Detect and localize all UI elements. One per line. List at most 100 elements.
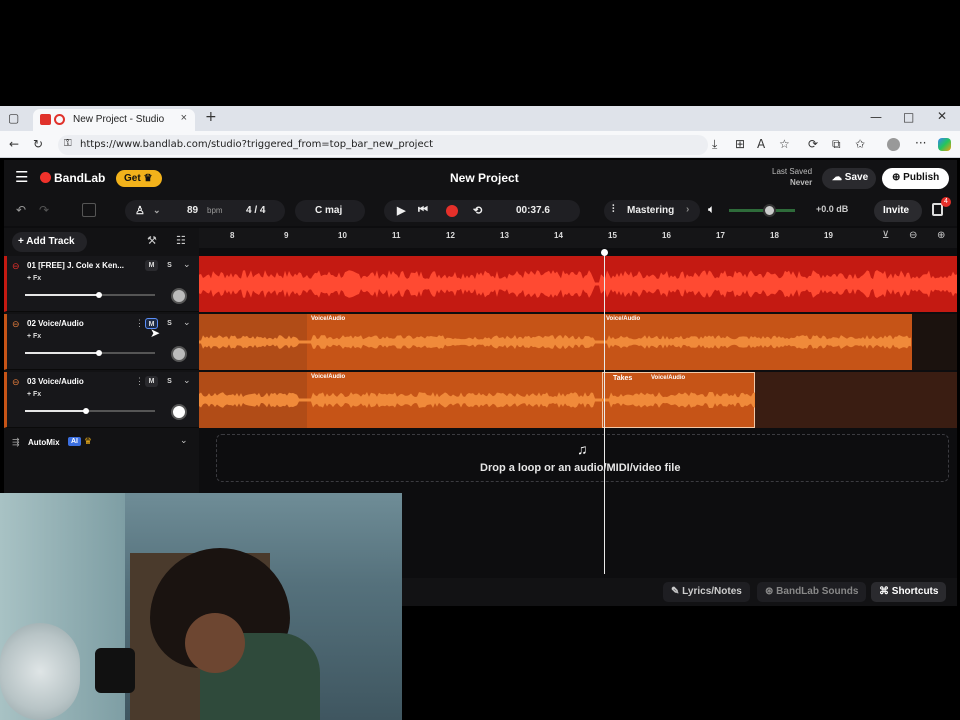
maximize-icon[interactable]: □ — [903, 110, 914, 124]
volume-handle[interactable] — [96, 292, 103, 298]
key-selector[interactable]: C maj — [295, 200, 365, 222]
publish-button[interactable]: ⊕ Publish — [882, 168, 949, 189]
browser-tab[interactable]: New Project - Studio × — [33, 109, 195, 131]
close-tab-icon[interactable]: × — [181, 112, 187, 124]
record-arm-icon[interactable]: ⊖ — [12, 377, 20, 388]
lyrics-label: Lyrics/Notes — [682, 586, 742, 597]
metronome-icon[interactable]: ♙ — [135, 204, 145, 217]
more-options-icon[interactable]: ⋮ — [135, 376, 144, 387]
volume-slider[interactable] — [25, 292, 155, 298]
extensions-icon[interactable]: ⟳ — [808, 137, 818, 151]
project-title[interactable]: New Project — [450, 171, 519, 185]
zoom-out-icon[interactable]: ⊖ — [909, 230, 917, 241]
master-volume-handle[interactable] — [762, 204, 776, 217]
bandlab-sounds-button[interactable]: ⊛ BandLab Sounds — [757, 582, 867, 602]
app-available-icon[interactable]: ⊞ — [735, 137, 745, 151]
track-settings-icon[interactable]: ☷ — [176, 234, 186, 247]
track-name[interactable]: 02 Voice/Audio — [27, 319, 84, 328]
pan-knob[interactable] — [171, 346, 187, 362]
chevron-down-icon[interactable]: ⌄ — [183, 317, 191, 328]
fan — [0, 623, 80, 720]
track-lane-3[interactable]: Voice/Audio Takes Voice/Audio — [199, 372, 957, 428]
download-icon[interactable]: ⤓ — [712, 137, 717, 152]
drop-zone[interactable]: ♫ Drop a loop or an audio/MIDI/video fil… — [216, 434, 949, 482]
mute-button[interactable]: M — [145, 260, 158, 271]
track-lane-2[interactable]: Voice/Audio Voice/Audio — [199, 314, 957, 370]
volume-slider[interactable] — [25, 408, 155, 414]
snap-icon[interactable]: ⊻ — [882, 230, 889, 241]
more-icon[interactable]: ··· — [915, 136, 926, 150]
split-screen-icon[interactable]: ⧉ — [832, 137, 841, 152]
favorites-bar-icon[interactable]: ✩ — [855, 137, 865, 151]
speaker-icon[interactable]: 🔈︎ — [708, 202, 715, 217]
minimize-icon[interactable]: — — [870, 110, 882, 124]
track-name[interactable]: 03 Voice/Audio — [27, 377, 84, 386]
audio-clip[interactable] — [199, 256, 957, 312]
playhead[interactable] — [601, 249, 608, 574]
save-button[interactable]: ☁ Save — [822, 168, 876, 189]
new-tab-icon[interactable]: + — [205, 109, 217, 125]
automix-row[interactable]: ⇶ AutoMix AI ♛ ⌄ — [4, 432, 199, 454]
pan-knob[interactable] — [171, 404, 187, 420]
more-options-icon[interactable]: ⋮ — [135, 318, 144, 329]
track-header-1[interactable]: ⊖ 01 [FREE] J. Cole x Ken... + Fx M S ⌄ — [4, 256, 199, 312]
add-fx-button[interactable]: + Fx — [27, 391, 41, 398]
close-window-icon[interactable]: ✕ — [937, 109, 947, 123]
tools-icon[interactable]: ⚒ — [147, 234, 157, 247]
track-header-2[interactable]: ⊖ 02 Voice/Audio + Fx ⋮ M S ⌄ ➤ — [4, 314, 199, 370]
add-track-button[interactable]: + Add Track — [12, 232, 87, 252]
timeline-ruler[interactable]: 8 9 10 11 12 13 14 15 16 17 18 19 ⊻ ⊖ ⊕ — [199, 228, 957, 248]
redo-icon[interactable]: ↷ — [39, 203, 49, 217]
zoom-in-icon[interactable]: ⊕ — [937, 230, 945, 241]
add-fx-button[interactable]: + Fx — [27, 333, 41, 340]
record-arm-icon[interactable]: ⊖ — [12, 319, 20, 330]
master-volume-slider[interactable] — [729, 204, 795, 217]
solo-button[interactable]: S — [163, 318, 176, 329]
tempo-value[interactable]: 89 — [187, 205, 198, 216]
back-icon[interactable]: ← — [9, 137, 19, 151]
profile-avatar[interactable] — [887, 138, 900, 151]
person-face — [185, 613, 245, 673]
solo-button[interactable]: S — [163, 376, 176, 387]
reload-icon[interactable]: ↻ — [33, 137, 43, 151]
volume-handle[interactable] — [83, 408, 90, 414]
play-icon[interactable]: ▶ — [397, 204, 405, 217]
lyrics-notes-button[interactable]: ✎ Lyrics/Notes — [663, 582, 750, 602]
shortcuts-button[interactable]: ⌘ Shortcuts — [871, 582, 947, 602]
skip-back-icon[interactable]: ⏮ — [418, 204, 428, 217]
bar-number: 16 — [662, 231, 671, 240]
mastering-button[interactable]: ⫶ Mastering › — [604, 200, 700, 222]
metronome-dropdown-icon[interactable]: ⌄ — [153, 205, 161, 216]
loop-icon[interactable]: ⟲ — [473, 204, 482, 217]
get-premium-button[interactable]: Get ♛ — [116, 170, 162, 187]
menu-icon[interactable]: ☰ — [15, 170, 28, 185]
mute-button[interactable]: M — [145, 376, 158, 387]
invite-button[interactable]: Invite — [874, 200, 922, 222]
crown-icon: ♛ — [143, 173, 153, 184]
chevron-down-icon[interactable]: ⌄ — [183, 375, 191, 386]
copilot-icon[interactable] — [938, 138, 951, 151]
chevron-down-icon[interactable]: ⌄ — [183, 259, 191, 270]
track-header-3[interactable]: ⊖ 03 Voice/Audio + Fx ⋮ M S ⌄ — [4, 372, 199, 428]
volume-handle[interactable] — [96, 350, 103, 356]
solo-button[interactable]: S — [163, 260, 176, 271]
undo-icon[interactable]: ↶ — [16, 203, 26, 217]
record-icon[interactable] — [446, 205, 458, 217]
favorite-icon[interactable]: ☆ — [779, 137, 790, 151]
command-icon: ⌘ — [879, 586, 889, 597]
track-name[interactable]: 01 [FREE] J. Cole x Ken... — [27, 261, 124, 270]
time-signature[interactable]: 4 / 4 — [246, 205, 265, 216]
pan-knob[interactable] — [171, 288, 187, 304]
add-fx-button[interactable]: + Fx — [27, 275, 41, 282]
url-text: https://www.bandlab.com/studio?triggered… — [80, 139, 434, 150]
read-aloud-icon[interactable]: A — [757, 137, 765, 151]
track-lane-1[interactable] — [199, 256, 957, 312]
tab-actions-icon[interactable]: ▢ — [8, 111, 19, 125]
chevron-down-icon[interactable]: ⌄ — [180, 435, 188, 446]
volume-slider[interactable] — [25, 350, 155, 356]
url-field[interactable]: ⚿ https://www.bandlab.com/studio?trigger… — [58, 135, 708, 155]
clipboard-icon[interactable] — [82, 203, 96, 217]
playhead-handle[interactable] — [601, 249, 608, 256]
record-arm-icon[interactable]: ⊖ — [12, 261, 20, 272]
sounds-icon: ⊛ — [765, 586, 774, 597]
